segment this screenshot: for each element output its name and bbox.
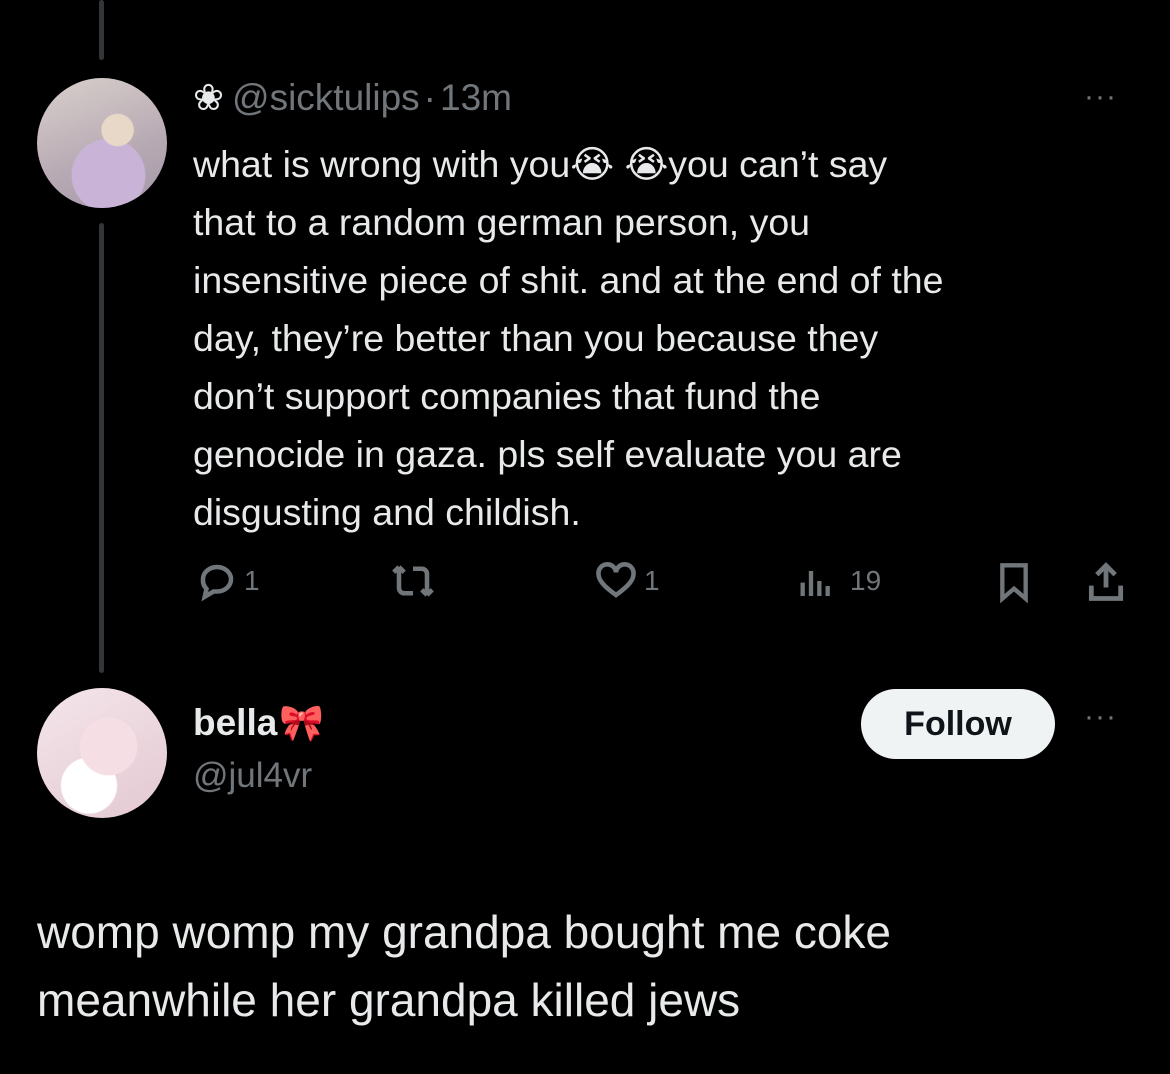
heart-icon bbox=[596, 562, 636, 598]
avatar[interactable] bbox=[37, 78, 167, 208]
bookmark-button[interactable] bbox=[994, 560, 1034, 604]
thread-line-top bbox=[99, 0, 104, 60]
flower-icon: ❀ bbox=[193, 77, 225, 118]
tweet-line: that to a random german person, you bbox=[193, 201, 811, 243]
thread-line-bottom bbox=[99, 223, 104, 673]
tweet-line: what is wrong with you😭 😭you can’t say bbox=[193, 143, 888, 185]
follow-button[interactable]: Follow bbox=[861, 689, 1055, 759]
more-options-icon[interactable]: ··· bbox=[1084, 80, 1117, 114]
reply-count: 1 bbox=[244, 565, 260, 596]
bow-emoji: 🎀 bbox=[279, 702, 325, 743]
tweet-line: insensitive piece of shit. and at the en… bbox=[193, 259, 944, 301]
retweet-icon bbox=[392, 565, 434, 597]
tweet-header: ❀ @sicktulips · 13m bbox=[193, 76, 512, 119]
tweet-line: day, they’re better than you because the… bbox=[193, 317, 879, 359]
tweet-body: what is wrong with you😭 😭you can’t say t… bbox=[193, 135, 1123, 541]
bookmark-icon bbox=[1000, 563, 1028, 604]
user-handle[interactable]: @jul4vr bbox=[193, 756, 312, 796]
tweet-line: womp womp my grandpa bought me coke bbox=[37, 906, 891, 958]
views-count: 19 bbox=[850, 565, 882, 596]
like-button[interactable]: 1 bbox=[594, 560, 660, 602]
views-button[interactable]: 19 bbox=[796, 560, 881, 602]
tweet-line: genocide in gaza. pls self evaluate you … bbox=[193, 433, 902, 475]
tweet-line: don’t support companies that fund the bbox=[193, 375, 821, 417]
separator-dot: · bbox=[423, 77, 436, 118]
views-icon bbox=[800, 571, 830, 596]
tweet-body: womp womp my grandpa bought me coke mean… bbox=[37, 898, 1137, 1034]
reply-icon bbox=[200, 564, 234, 602]
share-icon bbox=[1088, 562, 1124, 601]
timestamp[interactable]: 13m bbox=[440, 77, 512, 118]
retweet-button[interactable] bbox=[390, 560, 436, 602]
reply-button[interactable]: 1 bbox=[196, 560, 260, 602]
tweet-line: meanwhile her grandpa killed jews bbox=[37, 974, 741, 1026]
share-button[interactable] bbox=[1084, 560, 1128, 604]
tweet-line: disgusting and childish. bbox=[193, 491, 581, 533]
more-options-icon[interactable]: ··· bbox=[1084, 700, 1117, 734]
display-name-row: bella🎀 bbox=[193, 702, 324, 744]
user-handle[interactable]: @sicktulips bbox=[232, 77, 420, 118]
like-count: 1 bbox=[644, 565, 660, 596]
avatar[interactable] bbox=[37, 688, 167, 818]
display-name[interactable]: bella bbox=[193, 702, 277, 743]
